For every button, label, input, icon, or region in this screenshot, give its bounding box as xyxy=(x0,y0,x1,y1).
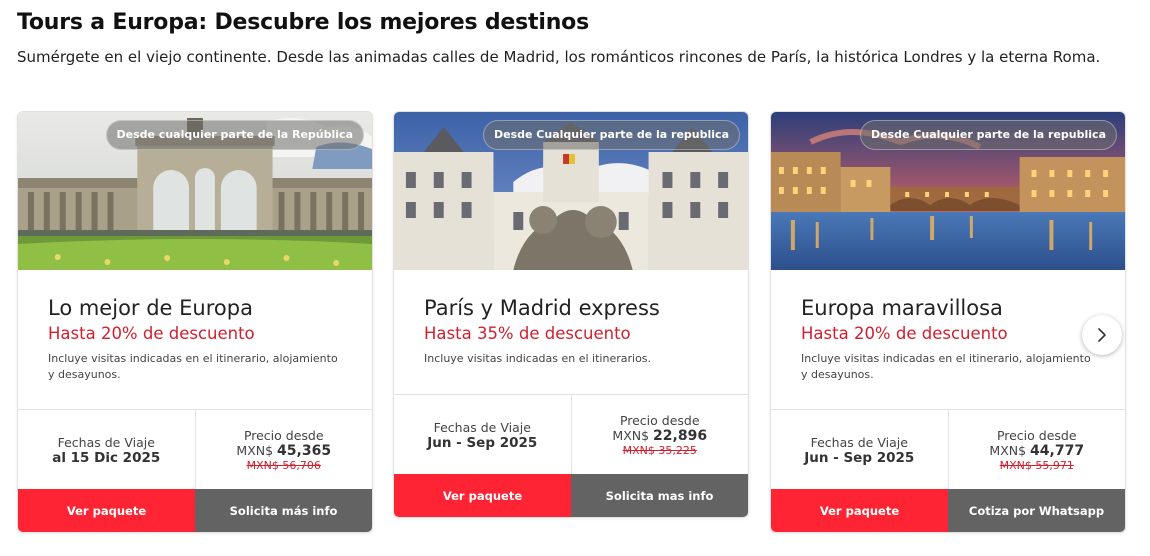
price-value: 45,365 xyxy=(277,443,332,459)
travel-dates: Fechas de Viaje Jun - Sep 2025 xyxy=(394,395,571,475)
price-block: Precio desde MXN$ 22,896 MXN$ 35,225 xyxy=(570,395,749,475)
discount-label: Hasta 20% de descuento xyxy=(48,324,255,343)
includes-text: Incluye visitas indicadas en el itinerar… xyxy=(48,352,338,381)
old-price: MXN$ 55,971 xyxy=(999,459,1074,472)
request-info-button[interactable]: Solicita mas info xyxy=(571,474,748,517)
discount-label: Hasta 35% de descuento xyxy=(424,324,631,343)
price-value: 22,896 xyxy=(653,428,708,444)
tour-image-palace[interactable]: Desde Cualquier parte de la republica xyxy=(394,112,748,270)
tour-card-europa-maravillosa[interactable]: Desde Cualquier parte de la republica Eu… xyxy=(770,111,1126,533)
info-row: Fechas de Viaje Jun - Sep 2025 Precio de… xyxy=(771,409,1125,490)
origin-badge: Desde Cualquier parte de la republica xyxy=(483,120,740,150)
tour-name[interactable]: Europa maravillosa xyxy=(801,296,1095,320)
travel-dates-value: Jun - Sep 2025 xyxy=(427,434,538,451)
request-info-button[interactable]: Solicita más info xyxy=(195,489,372,532)
price-block: Precio desde MXN$ 44,777 MXN$ 55,971 xyxy=(947,410,1126,490)
travel-dates-label: Fechas de Viaje xyxy=(57,434,155,450)
view-package-button[interactable]: Ver paquete xyxy=(18,489,195,532)
travel-dates-label: Fechas de Viaje xyxy=(433,419,531,435)
price-block: Precio desde MXN$ 45,365 MXN$ 56,706 xyxy=(194,410,373,490)
tour-card-paris-y-madrid-express[interactable]: Desde Cualquier parte de la republica Pa… xyxy=(393,111,749,518)
tour-name[interactable]: Lo mejor de Europa xyxy=(48,296,342,320)
view-package-button[interactable]: Ver paquete xyxy=(394,474,571,517)
price-label: Precio desde xyxy=(619,413,700,428)
whatsapp-quote-button[interactable]: Cotiza por Whatsapp xyxy=(948,489,1125,532)
tour-image-river[interactable]: Desde Cualquier parte de la republica xyxy=(771,112,1125,270)
price-line: MXN$ 45,365 xyxy=(236,443,331,459)
price-line: MXN$ 44,777 xyxy=(989,443,1084,459)
info-row: Fechas de Viaje al 15 Dic 2025 Precio de… xyxy=(18,409,372,490)
page-subtitle: Sumérgete en el viejo continente. Desde … xyxy=(17,48,1101,66)
travel-dates: Fechas de Viaje al 15 Dic 2025 xyxy=(18,410,195,490)
old-price: MXN$ 56,706 xyxy=(246,459,321,472)
button-row: Ver paquete Cotiza por Whatsapp xyxy=(771,489,1125,532)
tour-name[interactable]: París y Madrid express xyxy=(424,296,718,320)
discount-label: Hasta 20% de descuento xyxy=(801,324,1008,343)
tour-card-lo-mejor-de-europa[interactable]: Desde cualquier parte de la República Lo… xyxy=(17,111,373,533)
page-title: Tours a Europa: Descubre los mejores des… xyxy=(17,10,589,35)
price-line: MXN$ 22,896 xyxy=(612,428,707,444)
info-row: Fechas de Viaje Jun - Sep 2025 Precio de… xyxy=(394,394,748,475)
tour-image-arch[interactable]: Desde cualquier parte de la República xyxy=(18,112,372,270)
currency: MXN$ xyxy=(612,428,650,443)
currency: MXN$ xyxy=(236,443,274,458)
price-label: Precio desde xyxy=(996,428,1077,443)
travel-dates: Fechas de Viaje Jun - Sep 2025 xyxy=(771,410,948,490)
origin-badge: Desde cualquier parte de la República xyxy=(105,120,364,150)
travel-dates-label: Fechas de Viaje xyxy=(810,434,908,450)
carousel-next-button[interactable] xyxy=(1082,315,1122,355)
travel-dates-value: al 15 Dic 2025 xyxy=(52,449,161,466)
price-value: 44,777 xyxy=(1030,443,1085,459)
price-label: Precio desde xyxy=(243,428,324,443)
chevron-right-icon xyxy=(1098,328,1106,342)
includes-text: Incluye visitas indicadas en el itinerar… xyxy=(801,352,1091,381)
button-row: Ver paquete Solicita más info xyxy=(18,489,372,532)
currency: MXN$ xyxy=(989,443,1027,458)
includes-text: Incluye visitas indicadas en el itinerar… xyxy=(424,352,652,365)
view-package-button[interactable]: Ver paquete xyxy=(771,489,948,532)
origin-badge: Desde Cualquier parte de la republica xyxy=(860,120,1117,150)
old-price: MXN$ 35,225 xyxy=(622,444,697,457)
travel-dates-value: Jun - Sep 2025 xyxy=(804,449,915,466)
button-row: Ver paquete Solicita mas info xyxy=(394,474,748,517)
